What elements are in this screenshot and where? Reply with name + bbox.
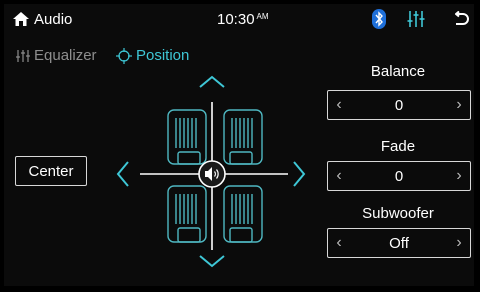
position-pad[interactable] [112, 74, 312, 270]
tab-equalizer-label: Equalizer [34, 47, 97, 64]
home-icon[interactable] [12, 11, 30, 27]
fade-increase-button[interactable]: › [448, 162, 470, 190]
subwoofer-decrease-button[interactable]: ‹ [328, 229, 350, 257]
fade-selector: ‹ 0 › [327, 161, 471, 191]
center-button-label: Center [28, 162, 74, 180]
equalizer-tab-icon [16, 49, 30, 62]
fade-label: Fade [380, 138, 416, 155]
app-title: Audio [34, 11, 73, 28]
clock-time: 10:30 [217, 11, 255, 28]
subwoofer-increase-button[interactable]: › [448, 229, 470, 257]
clock: 10:30 AM [217, 11, 269, 28]
tab-position[interactable]: Position [116, 47, 189, 64]
speaker-icon [198, 160, 226, 188]
subwoofer-label: Subwoofer [362, 205, 434, 222]
tab-position-label: Position [136, 47, 190, 64]
balance-increase-button[interactable]: › [448, 91, 470, 119]
up-arrow-icon [199, 75, 225, 88]
seat-front-left [167, 109, 207, 165]
equalizer-sliders-icon[interactable] [407, 10, 425, 28]
seat-rear-right [223, 185, 263, 243]
balance-selector: ‹ 0 › [327, 90, 471, 120]
balance-value: 0 [394, 96, 404, 114]
bluetooth-icon [372, 9, 386, 29]
seat-front-right [223, 109, 263, 165]
tab-equalizer[interactable]: Equalizer [16, 47, 97, 64]
balance-decrease-button[interactable]: ‹ [328, 91, 350, 119]
seat-rear-left [167, 185, 207, 243]
fade-value: 0 [394, 167, 404, 185]
position-target-icon [116, 47, 132, 64]
down-arrow-icon [199, 255, 225, 268]
audio-screen: Audio 10:30 AM Equalizer Position Center… [4, 4, 474, 286]
clock-ampm: AM [256, 12, 269, 21]
left-arrow-icon [116, 161, 129, 187]
fade-decrease-button[interactable]: ‹ [328, 162, 350, 190]
right-arrow-icon [293, 161, 306, 187]
back-arrow-icon[interactable] [452, 10, 470, 27]
subwoofer-value: Off [389, 234, 409, 252]
balance-label: Balance [370, 63, 426, 80]
center-button[interactable]: Center [15, 156, 87, 186]
subwoofer-selector: ‹ Off › [327, 228, 471, 258]
